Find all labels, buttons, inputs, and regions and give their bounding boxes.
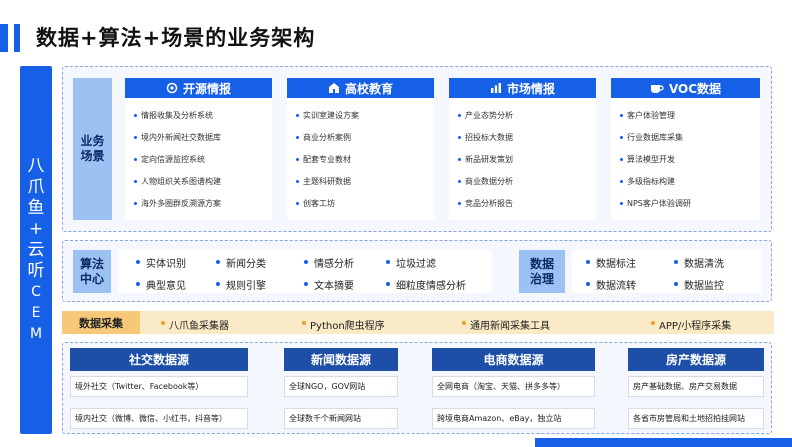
algorithm-item: 垃圾过滤 [386, 255, 436, 270]
algorithm-item: 新闻分类 [216, 255, 266, 270]
governance-item: 数据流转 [586, 277, 636, 292]
scene-card-voc: VOC数据 客户体验管理 行业数据库采集 算法模型开发 多级指标构建 NPS客户… [611, 78, 760, 220]
source-header: 电商数据源 [432, 348, 595, 371]
brand-char: C [31, 283, 41, 300]
scene-item: 境内外新闻社交数据库 [125, 126, 272, 148]
brand-char: 鱼 [27, 197, 45, 218]
scene-item: 人物组织关系图谱构建 [125, 170, 272, 192]
algorithm-item: 细粒度情感分析 [386, 277, 466, 292]
brand-char: 八 [27, 155, 45, 176]
scene-card-title: 高校教育 [344, 81, 393, 96]
governance-label: 数据治理 [519, 250, 565, 293]
scene-item: 行业数据库采集 [611, 126, 760, 148]
algorithm-label: 算法中心 [73, 250, 111, 293]
source-header: 社交数据源 [70, 348, 248, 371]
brand-char: E [31, 304, 41, 321]
vertical-brand-bar: 八 爪 鱼 + 云 听 C E M [20, 66, 52, 434]
collection-item: APP/小程序采集 [651, 317, 731, 332]
coffee-cup-icon [650, 85, 664, 93]
scene-card-header: 高校教育 [287, 78, 434, 98]
scene-card-title: 市场情报 [506, 81, 555, 96]
governance-items-box: 数据标注 数据清洗 数据流转 数据监控 [572, 250, 762, 293]
scene-item: 配套专业教材 [287, 148, 434, 170]
scene-item: 产业态势分析 [449, 104, 596, 126]
open-source-icon [166, 82, 178, 94]
scene-card-title: 开源情报 [182, 81, 231, 96]
title-accent-bar [0, 24, 8, 52]
scene-item: 算法模型开发 [611, 148, 760, 170]
scene-item: NPS客户体验调研 [611, 192, 760, 214]
brand-char: 爪 [27, 176, 45, 197]
market-icon [490, 83, 501, 93]
scene-card-title: VOC数据 [668, 81, 722, 96]
source-item: 全球NGO，GOV网站 [284, 376, 398, 397]
scene-item: 商业数据分析 [449, 170, 596, 192]
source-item: 跨境电商Amazon、eBay，独立站 [432, 408, 595, 429]
governance-item: 数据标注 [586, 255, 636, 270]
source-column-ecommerce: 电商数据源 全网电商（淘宝、天猫、拼多多等） 跨境电商Amazon、eBay，独… [432, 348, 595, 429]
collection-item: 八爪鱼采集器 [161, 317, 229, 332]
algorithm-item: 典型意见 [136, 277, 186, 292]
source-item: 境内社交（微博、微信、小红书，抖音等） [70, 408, 248, 429]
collection-label: 数据采集 [62, 311, 140, 334]
algorithm-item: 规则引擎 [216, 277, 266, 292]
scene-item: 海外多圈群反溯源方案 [125, 192, 272, 214]
school-icon [328, 83, 339, 93]
source-column-news: 新闻数据源 全球NGO，GOV网站 全球数千个新闻网站 [284, 348, 398, 429]
scene-item: 商业分析案例 [287, 126, 434, 148]
source-column-realestate: 房产数据源 房产基础数据、房产交易数据 各省市房管局和土地招拍挂网站 [628, 348, 764, 429]
governance-item: 数据监控 [674, 277, 724, 292]
source-header: 新闻数据源 [284, 348, 398, 371]
page-title: 数据+算法+场景的业务架构 [36, 26, 316, 50]
scene-item: 招投标大数据 [449, 126, 596, 148]
title-accent-bar [14, 24, 20, 52]
brand-char: 云 [27, 239, 45, 260]
source-item: 全球数千个新闻网站 [284, 408, 398, 429]
scene-card-market: 市场情报 产业态势分析 招投标大数据 新品研发策划 商业数据分析 竞品分析报告 [449, 78, 596, 220]
collection-item: 通用新闻采集工具 [462, 317, 550, 332]
algorithm-item: 文本摘要 [304, 277, 354, 292]
source-item: 各省市房管局和土地招拍挂网站 [628, 408, 764, 429]
source-item: 境外社交（Twitter、Facebook等） [70, 376, 248, 397]
scene-card-header: 开源情报 [125, 78, 272, 98]
collection-item: Python爬虫程序 [302, 317, 385, 332]
scene-item: 创客工坊 [287, 192, 434, 214]
algorithm-item: 情感分析 [304, 255, 354, 270]
algorithm-items-box: 实体识别 新闻分类 情感分析 垃圾过滤 典型意见 规则引擎 文本摘要 细粒度情感… [118, 250, 492, 293]
footer-accent-bar [535, 438, 792, 447]
scene-card-open-source: 开源情报 情报收集及分析系统 境内外新闻社交数据库 定向信源监控系统 人物组织关… [125, 78, 272, 220]
scene-card-header: VOC数据 [611, 78, 760, 98]
brand-char: 听 [27, 260, 45, 281]
scene-item: 竞品分析报告 [449, 192, 596, 214]
scene-card-header: 市场情报 [449, 78, 596, 98]
source-header: 房产数据源 [628, 348, 764, 371]
source-item: 房产基础数据、房产交易数据 [628, 376, 764, 397]
brand-char: + [28, 218, 44, 239]
source-item: 全网电商（淘宝、天猫、拼多多等） [432, 376, 595, 397]
governance-item: 数据清洗 [674, 255, 724, 270]
source-column-social: 社交数据源 境外社交（Twitter、Facebook等） 境内社交（微博、微信… [70, 348, 248, 429]
scenes-label: 业务场景 [73, 78, 112, 220]
scene-item: 情报收集及分析系统 [125, 104, 272, 126]
scene-card-education: 高校教育 实训室建设方案 商业分析案例 配套专业教材 主题科研数据 创客工坊 [287, 78, 434, 220]
brand-char: M [29, 325, 43, 342]
scene-item: 多级指标构建 [611, 170, 760, 192]
scene-item: 实训室建设方案 [287, 104, 434, 126]
scene-item: 定向信源监控系统 [125, 148, 272, 170]
algorithm-item: 实体识别 [136, 255, 186, 270]
scene-item: 客户体验管理 [611, 104, 760, 126]
scene-item: 新品研发策划 [449, 148, 596, 170]
scene-item: 主题科研数据 [287, 170, 434, 192]
